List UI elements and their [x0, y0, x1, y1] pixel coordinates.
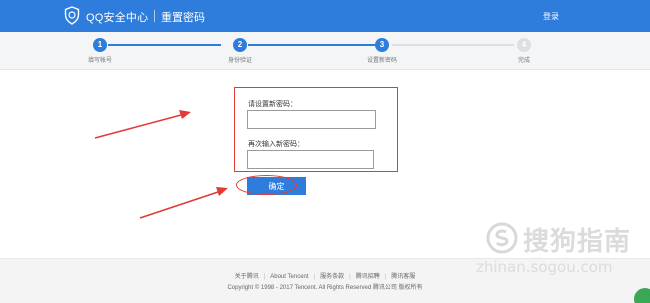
step-3-number: 3	[375, 38, 389, 52]
step-connector-1	[108, 44, 221, 46]
arrow-to-form	[94, 114, 182, 139]
copyright-text: Copyright © 1998 - 2017 Tencent. All Rig…	[227, 285, 423, 291]
watermark-url: zhinan.sogou.com	[476, 258, 613, 276]
step-connector-2	[248, 44, 375, 46]
confirm-password-label: 再次输入新密码：	[248, 141, 304, 148]
shield-icon[interactable]	[64, 6, 80, 25]
step-1-number: 1	[93, 38, 107, 52]
footer-separator: |	[313, 274, 316, 280]
brand-name[interactable]: QQ安全中心	[86, 9, 148, 25]
footer-link-about-en[interactable]: About Tencent	[270, 274, 308, 280]
step-4-label: 完成	[517, 58, 531, 64]
corner-badge-icon	[634, 288, 650, 303]
login-link[interactable]: 登录	[543, 11, 559, 22]
step-1-label: 填写帐号	[87, 58, 113, 64]
arrow-to-button	[139, 191, 219, 219]
confirm-password-input[interactable]	[247, 150, 374, 169]
footer-link-about-cn[interactable]: 关于腾讯	[235, 274, 259, 280]
step-connector-3	[392, 44, 514, 46]
header-divider	[154, 10, 155, 22]
page-title: 重置密码	[161, 12, 205, 24]
sogou-watermark-icon	[486, 222, 518, 254]
step-2-number: 2	[233, 38, 247, 52]
arrow-to-form-head	[179, 110, 191, 119]
footer-separator: |	[384, 274, 387, 280]
watermark-text: 搜狗指南	[523, 227, 632, 257]
footer-separator: |	[263, 274, 266, 280]
arrow-to-button-head	[216, 187, 228, 196]
footer-link-jobs[interactable]: 腾讯招聘	[356, 274, 380, 280]
step-2-label: 身份验证	[227, 58, 253, 64]
top-header-bar: QQ安全中心 重置密码 登录	[0, 0, 650, 32]
step-3-label: 设置新密码	[366, 58, 398, 64]
footer-separator: |	[349, 274, 351, 280]
confirm-button[interactable]: 确定	[247, 177, 306, 195]
footer-link-support[interactable]: 腾讯客服	[391, 274, 415, 280]
footer-link-terms[interactable]: 服务条款	[320, 274, 344, 280]
new-password-input[interactable]	[247, 110, 376, 129]
progress-steps: 1 2 3 4 填写帐号 身份验证 设置新密码 完成	[0, 32, 650, 70]
new-password-label: 请设置新密码：	[248, 101, 297, 108]
step-4-number: 4	[517, 38, 531, 52]
